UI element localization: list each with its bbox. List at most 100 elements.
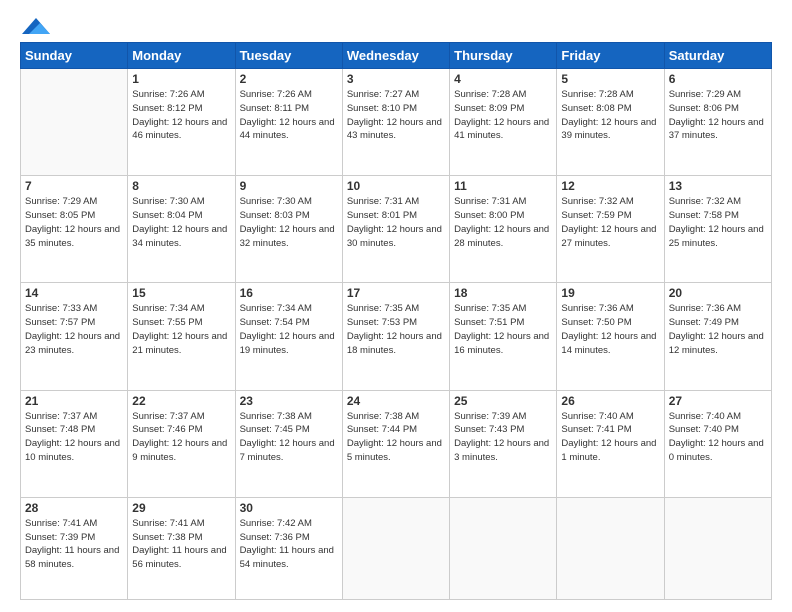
day-number: 4 [454, 72, 552, 86]
day-info: Sunrise: 7:35 AM Sunset: 7:53 PM Dayligh… [347, 302, 445, 357]
calendar-cell: 13 Sunrise: 7:32 AM Sunset: 7:58 PM Dayli… [664, 176, 771, 283]
calendar-cell [557, 497, 664, 599]
calendar-cell: 14 Sunrise: 7:33 AM Sunset: 7:57 PM Dayli… [21, 283, 128, 390]
calendar-cell: 23Sunrise: 7:38 AM Sunset: 7:45 PM Dayli… [235, 390, 342, 497]
calendar-cell: 5 Sunrise: 7:28 AM Sunset: 8:08 PM Daylig… [557, 69, 664, 176]
col-friday: Friday [557, 43, 664, 69]
calendar-cell: 7 Sunrise: 7:29 AM Sunset: 8:05 PM Daylig… [21, 176, 128, 283]
day-number: 3 [347, 72, 445, 86]
day-number: 7 [25, 179, 123, 193]
day-number: 12 [561, 179, 659, 193]
day-info: Sunrise: 7:41 AM Sunset: 7:39 PM Dayligh… [25, 517, 123, 572]
calendar-cell: 29 Sunrise: 7:41 AM Sunset: 7:38 PM Dayli… [128, 497, 235, 599]
calendar-cell: 24 Sunrise: 7:38 AM Sunset: 7:44 PM Dayli… [342, 390, 449, 497]
day-info: Sunrise: 7:34 AM Sunset: 7:55 PM Dayligh… [132, 302, 230, 357]
day-number: 13 [669, 179, 767, 193]
calendar-cell: 4 Sunrise: 7:28 AM Sunset: 8:09 PM Daylig… [450, 69, 557, 176]
day-info: Sunrise: 7:28 AM Sunset: 8:09 PM Dayligh… [454, 88, 552, 143]
day-number: 20 [669, 286, 767, 300]
calendar-cell [342, 497, 449, 599]
col-tuesday: Tuesday [235, 43, 342, 69]
calendar-cell: 18 Sunrise: 7:35 AM Sunset: 7:51 PM Dayli… [450, 283, 557, 390]
day-info: Sunrise: 7:33 AM Sunset: 7:57 PM Dayligh… [25, 302, 123, 357]
calendar-cell: 16 Sunrise: 7:34 AM Sunset: 7:54 PM Dayli… [235, 283, 342, 390]
day-info: Sunrise: 7:36 AM Sunset: 7:50 PM Dayligh… [561, 302, 659, 357]
day-number: 2 [240, 72, 338, 86]
day-info: Sunrise: 7:37 AM Sunset: 7:46 PM Dayligh… [132, 410, 230, 465]
day-number: 22 [132, 394, 230, 408]
day-info: Sunrise: 7:38 AM Sunset: 7:44 PM Dayligh… [347, 410, 445, 465]
logo-icon [22, 16, 50, 36]
calendar-cell [21, 69, 128, 176]
day-number: 19 [561, 286, 659, 300]
day-number: 11 [454, 179, 552, 193]
col-thursday: Thursday [450, 43, 557, 69]
day-info: Sunrise: 7:31 AM Sunset: 8:00 PM Dayligh… [454, 195, 552, 250]
calendar-cell: 3 Sunrise: 7:27 AM Sunset: 8:10 PM Daylig… [342, 69, 449, 176]
day-info: Sunrise: 7:28 AM Sunset: 8:08 PM Dayligh… [561, 88, 659, 143]
day-info: Sunrise: 7:31 AM Sunset: 8:01 PM Dayligh… [347, 195, 445, 250]
day-number: 26 [561, 394, 659, 408]
calendar-cell: 30 Sunrise: 7:42 AM Sunset: 7:36 PM Dayli… [235, 497, 342, 599]
day-number: 27 [669, 394, 767, 408]
day-info: Sunrise: 7:36 AM Sunset: 7:49 PM Dayligh… [669, 302, 767, 357]
day-number: 15 [132, 286, 230, 300]
calendar-header: Sunday Monday Tuesday Wednesday Thursday… [21, 43, 772, 69]
calendar-cell: 15 Sunrise: 7:34 AM Sunset: 7:55 PM Dayli… [128, 283, 235, 390]
calendar-cell: 20 Sunrise: 7:36 AM Sunset: 7:49 PM Dayli… [664, 283, 771, 390]
calendar-cell: 1Sunrise: 7:26 AM Sunset: 8:12 PM Daylig… [128, 69, 235, 176]
header [20, 18, 772, 32]
day-number: 1 [132, 72, 230, 86]
calendar-cell: 22 Sunrise: 7:37 AM Sunset: 7:46 PM Dayli… [128, 390, 235, 497]
day-info: Sunrise: 7:42 AM Sunset: 7:36 PM Dayligh… [240, 517, 338, 572]
day-info: Sunrise: 7:34 AM Sunset: 7:54 PM Dayligh… [240, 302, 338, 357]
calendar-cell: 8 Sunrise: 7:30 AM Sunset: 8:04 PM Daylig… [128, 176, 235, 283]
day-info: Sunrise: 7:41 AM Sunset: 7:38 PM Dayligh… [132, 517, 230, 572]
calendar-cell [450, 497, 557, 599]
calendar-cell: 17 Sunrise: 7:35 AM Sunset: 7:53 PM Dayli… [342, 283, 449, 390]
calendar-cell: 28 Sunrise: 7:41 AM Sunset: 7:39 PM Dayli… [21, 497, 128, 599]
calendar-cell: 19 Sunrise: 7:36 AM Sunset: 7:50 PM Dayli… [557, 283, 664, 390]
calendar-cell: 6 Sunrise: 7:29 AM Sunset: 8:06 PM Daylig… [664, 69, 771, 176]
calendar-cell: 2 Sunrise: 7:26 AM Sunset: 8:11 PM Daylig… [235, 69, 342, 176]
day-number: 23 [240, 394, 338, 408]
day-info: Sunrise: 7:29 AM Sunset: 8:06 PM Dayligh… [669, 88, 767, 143]
day-number: 5 [561, 72, 659, 86]
day-info: Sunrise: 7:30 AM Sunset: 8:04 PM Dayligh… [132, 195, 230, 250]
day-number: 24 [347, 394, 445, 408]
calendar-cell [664, 497, 771, 599]
calendar-cell: 21 Sunrise: 7:37 AM Sunset: 7:48 PM Dayli… [21, 390, 128, 497]
day-number: 16 [240, 286, 338, 300]
col-monday: Monday [128, 43, 235, 69]
col-sunday: Sunday [21, 43, 128, 69]
calendar-cell: 12 Sunrise: 7:32 AM Sunset: 7:59 PM Dayli… [557, 176, 664, 283]
day-number: 30 [240, 501, 338, 515]
day-number: 21 [25, 394, 123, 408]
calendar-cell: 9Sunrise: 7:30 AM Sunset: 8:03 PM Daylig… [235, 176, 342, 283]
calendar-body: 1Sunrise: 7:26 AM Sunset: 8:12 PM Daylig… [21, 69, 772, 600]
calendar: Sunday Monday Tuesday Wednesday Thursday… [20, 42, 772, 600]
day-info: Sunrise: 7:29 AM Sunset: 8:05 PM Dayligh… [25, 195, 123, 250]
day-info: Sunrise: 7:37 AM Sunset: 7:48 PM Dayligh… [25, 410, 123, 465]
calendar-cell: 11 Sunrise: 7:31 AM Sunset: 8:00 PM Dayli… [450, 176, 557, 283]
calendar-cell: 27 Sunrise: 7:40 AM Sunset: 7:40 PM Dayli… [664, 390, 771, 497]
day-info: Sunrise: 7:27 AM Sunset: 8:10 PM Dayligh… [347, 88, 445, 143]
day-info: Sunrise: 7:40 AM Sunset: 7:40 PM Dayligh… [669, 410, 767, 465]
col-wednesday: Wednesday [342, 43, 449, 69]
calendar-cell: 25Sunrise: 7:39 AM Sunset: 7:43 PM Dayli… [450, 390, 557, 497]
day-info: Sunrise: 7:35 AM Sunset: 7:51 PM Dayligh… [454, 302, 552, 357]
day-number: 8 [132, 179, 230, 193]
day-number: 17 [347, 286, 445, 300]
day-number: 28 [25, 501, 123, 515]
page: Sunday Monday Tuesday Wednesday Thursday… [0, 0, 792, 612]
col-saturday: Saturday [664, 43, 771, 69]
day-info: Sunrise: 7:32 AM Sunset: 7:58 PM Dayligh… [669, 195, 767, 250]
day-number: 29 [132, 501, 230, 515]
day-number: 10 [347, 179, 445, 193]
day-number: 6 [669, 72, 767, 86]
day-number: 14 [25, 286, 123, 300]
day-number: 9 [240, 179, 338, 193]
day-number: 18 [454, 286, 552, 300]
day-info: Sunrise: 7:32 AM Sunset: 7:59 PM Dayligh… [561, 195, 659, 250]
day-info: Sunrise: 7:26 AM Sunset: 8:11 PM Dayligh… [240, 88, 338, 143]
